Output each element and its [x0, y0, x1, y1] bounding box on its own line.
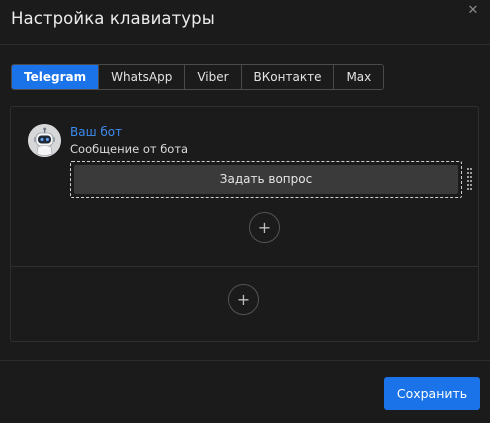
divider: [11, 266, 478, 267]
drag-handle-icon[interactable]: [467, 168, 472, 190]
dialog-title: Настройка клавиатуры: [11, 9, 215, 28]
bot-name: Ваш бот: [70, 125, 123, 139]
keyboard-row: Задать вопрос: [70, 161, 462, 198]
tab-max[interactable]: Max: [334, 65, 384, 89]
add-button-plus-icon[interactable]: +: [249, 212, 280, 243]
tab-viber[interactable]: Viber: [185, 65, 242, 89]
tab-vkontakte[interactable]: ВКонтакте: [241, 65, 335, 89]
add-row-plus-icon[interactable]: +: [228, 284, 259, 315]
bot-message-text: Сообщение от бота: [70, 142, 189, 156]
keyboard-editor-panel: Ваш бот Сообщение от бота Задать вопрос …: [10, 106, 479, 342]
close-icon[interactable]: ✕: [466, 4, 480, 18]
keyboard-settings-dialog: Настройка клавиатуры ✕ Telegram WhatsApp…: [0, 0, 490, 422]
save-button[interactable]: Сохранить: [384, 377, 480, 410]
messenger-tabs: Telegram WhatsApp Viber ВКонтакте Max: [11, 64, 385, 90]
keyboard-button[interactable]: Задать вопрос: [74, 165, 458, 194]
tab-telegram[interactable]: Telegram: [12, 65, 100, 89]
tab-whatsapp[interactable]: WhatsApp: [99, 65, 186, 89]
dialog-footer: Сохранить: [0, 360, 490, 423]
dialog-header: Настройка клавиатуры ✕: [0, 0, 490, 45]
robot-icon: [28, 124, 61, 157]
